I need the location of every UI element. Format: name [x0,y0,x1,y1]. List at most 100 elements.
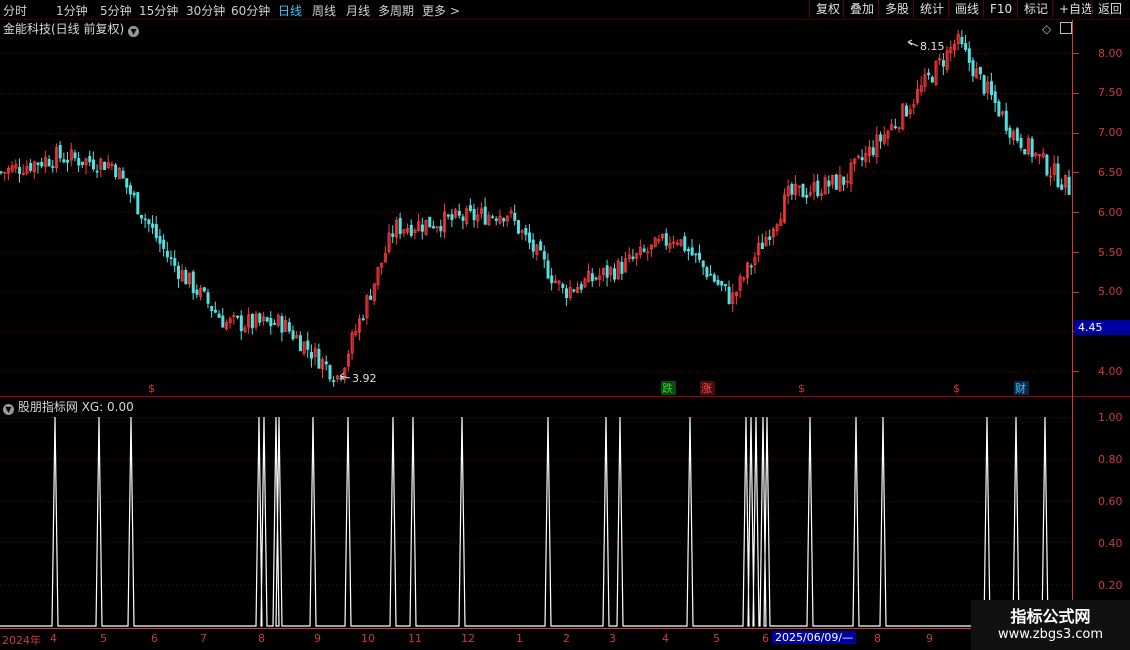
candle-body [982,75,986,94]
x-label-may-2: 5 [713,632,720,645]
candle-body [1019,137,1023,148]
event-marker-dividend-1: $ [148,382,155,395]
indicator-title: 股朋指标网 XG: 0.00 [17,400,134,414]
candle-body [258,313,262,323]
candle-body [964,43,968,51]
candle-body [195,289,199,295]
candle-body [749,265,753,268]
candle-body [1008,127,1012,138]
watermark-title: 指标公式网 [1010,607,1091,626]
watermark-logo: 指标公式网 www.zbgs3.com [971,600,1130,650]
y-label-7-50: 7.50 [1098,86,1123,99]
candle-body [62,159,66,163]
candle-body [491,216,495,219]
x-label-jun: 6 [151,632,158,645]
chevron-down-icon[interactable]: ▼ [3,404,14,415]
candle-body [306,340,310,350]
candle-body [154,224,158,239]
x-label-jun-2: 6 [762,632,769,645]
candle-body [539,241,543,251]
candle-body [213,309,217,313]
candle-body [128,185,132,195]
candle-body [80,161,84,165]
indicator-title-row: ▼ 股朋指标网 XG: 0.00 [3,398,134,416]
candle-body [967,48,971,63]
candle-body [176,265,180,279]
candle-body [801,183,805,198]
candle-body [461,216,465,221]
candle-body [871,147,875,156]
event-marker-finance: 财 [1015,381,1026,395]
event-marker-dividend-2: $ [798,382,805,395]
candle-body [66,159,70,163]
x-label-apr: 4 [50,632,57,645]
candle-body [605,265,609,278]
candle-body [550,275,554,284]
candle-body [29,163,33,171]
candle-body [723,284,727,287]
candle-body [997,101,1001,117]
event-marker-rise: 涨 [701,382,712,395]
candle-body [590,273,594,282]
candle-body [690,247,694,256]
xg-signal-line [0,416,1072,627]
candle-body [790,183,794,195]
candle-body [768,236,772,240]
watermark-url: www.zbgs3.com [997,627,1104,642]
candle-body [720,281,724,286]
candle-body [978,66,982,75]
candle-body [239,315,243,331]
candle-body [1004,110,1008,131]
x-label-may: 5 [100,632,107,645]
candle-body [1067,176,1071,195]
candle-body [989,81,993,96]
candle-body [930,76,934,83]
candle-body [165,250,169,258]
candle-body [709,273,713,276]
y-label-8-00: 8.00 [1098,47,1123,60]
candle-body [428,216,432,228]
candle-body [993,91,997,104]
candle-body [206,292,210,304]
candle-body [904,105,908,117]
candle-body [805,194,809,198]
candle-body [572,289,576,292]
x-label-aug-2: 8 [874,632,881,645]
candle-body [1045,154,1049,176]
candle-body [173,258,177,266]
candle-body [151,223,155,228]
candle-body [686,248,690,252]
x-label-apr-2: 4 [662,632,669,645]
candle-body [273,323,277,325]
candle-body [40,161,44,167]
candle-body [705,267,709,278]
candle-body [524,227,528,235]
candle-body [760,242,764,250]
candle-body [221,315,225,328]
x-label-sep-2: 9 [926,632,933,645]
candle-body [827,180,831,187]
candle-body [927,72,931,76]
x-label-year: 2024年 [2,634,41,647]
ind-y-label-0-20: 0.20 [1098,579,1123,592]
ind-y-label-0-40: 0.40 [1098,537,1123,550]
candle-body [701,260,705,268]
candle-body [620,261,624,274]
current-price-tag: 4.45 [1074,320,1130,335]
ind-y-label-0-60: 0.60 [1098,495,1123,508]
candle-body [579,284,583,290]
candle-body [468,205,472,212]
candle-body [140,214,144,219]
candle-body [317,348,321,369]
candle-body [420,224,424,232]
candle-body [716,279,720,285]
candle-body [842,176,846,185]
candle-body [339,377,343,380]
candle-body [18,167,22,174]
stock-chart[interactable]: 8.00 7.50 7.00 6.50 6.00 5.50 5.00 4.00 … [0,0,1130,650]
candle-body [91,159,95,170]
candle-body [291,330,295,340]
x-label-jul: 7 [200,632,207,645]
candle-body [265,317,269,322]
candle-body [332,380,336,383]
